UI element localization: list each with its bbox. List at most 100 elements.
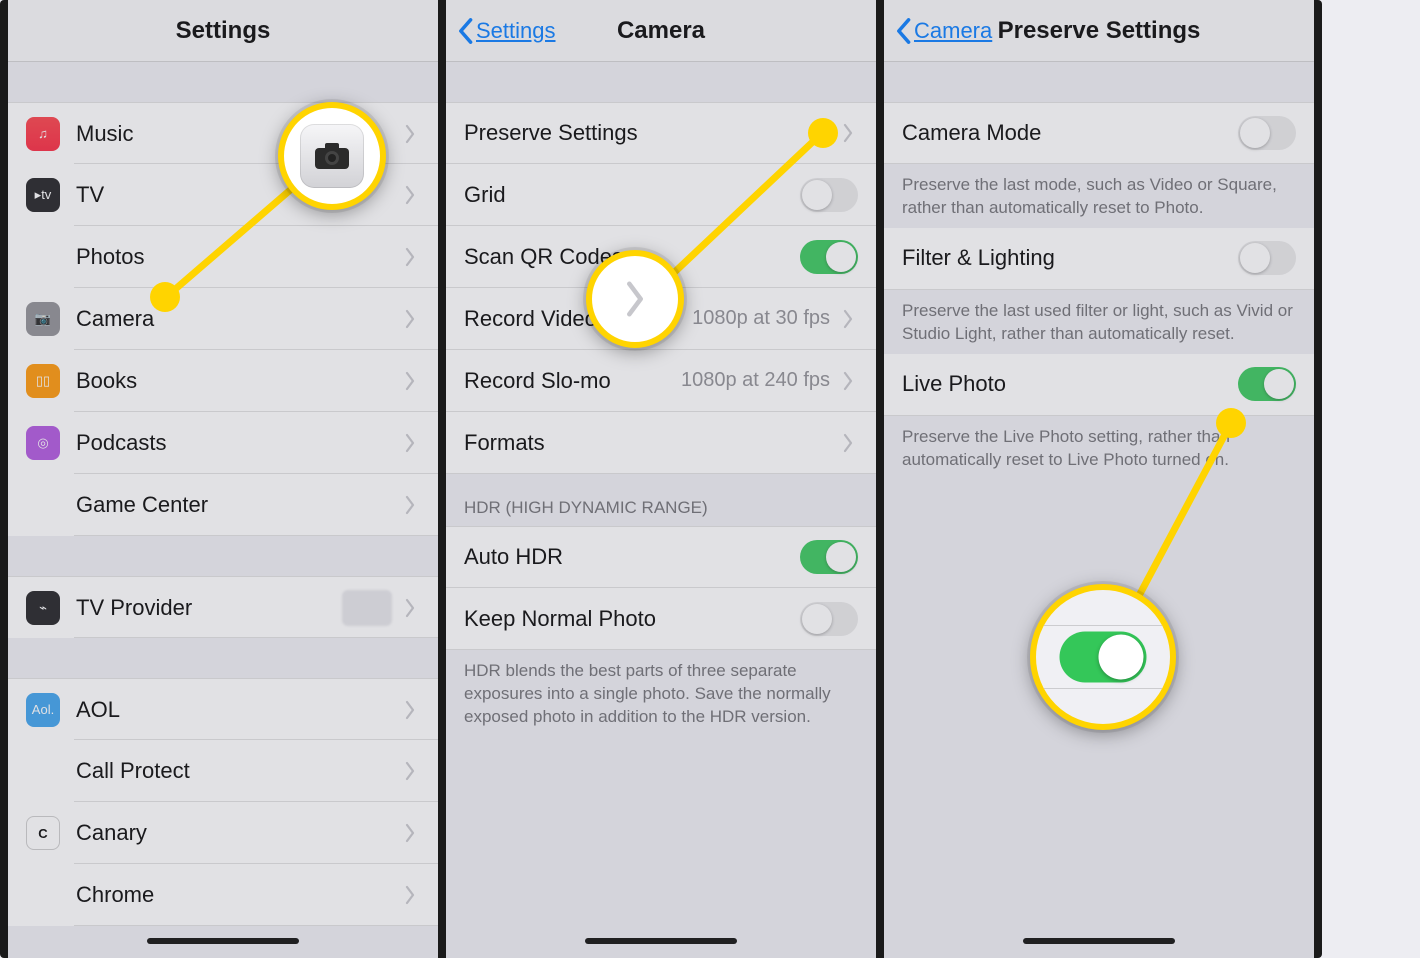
toggle[interactable] <box>800 540 858 574</box>
camera-row-recslomo[interactable]: Record Slo-mo1080p at 240 fps <box>446 350 876 412</box>
camera-row-grid[interactable]: Grid <box>446 164 876 226</box>
row-footer-filterlight: Preserve the last used filter or light, … <box>884 290 1314 354</box>
chevron-right-icon <box>400 185 420 205</box>
back-button[interactable]: Settings <box>456 0 556 61</box>
podcasts-icon: ◎ <box>26 426 60 460</box>
home-indicator[interactable] <box>585 938 737 944</box>
preserve-row-livephoto[interactable]: Live Photo <box>884 354 1314 416</box>
back-label: Camera <box>914 18 992 44</box>
nav-title: Preserve Settings <box>998 17 1201 45</box>
chevron-right-icon <box>400 371 420 391</box>
settings-row-gamecenter[interactable]: ●●Game Center <box>8 474 438 536</box>
back-label: Settings <box>476 18 556 44</box>
camera-icon <box>314 142 350 170</box>
row-label: Chrome <box>76 882 400 908</box>
camera-section-hdr: Auto HDR Keep Normal Photo <box>446 526 876 650</box>
row-label: Keep Normal Photo <box>464 606 800 632</box>
row-footer-livephoto: Preserve the Live Photo setting, rather … <box>884 416 1314 480</box>
row-label: Grid <box>464 182 800 208</box>
settings-row-podcasts[interactable]: ◎ Podcasts <box>8 412 438 474</box>
chevron-left-icon <box>894 17 912 45</box>
tvprovider-icon: ⌁ <box>26 591 60 625</box>
row-footer-cameramode: Preserve the last mode, such as Video or… <box>884 164 1314 228</box>
gamecenter-icon: ●● <box>26 488 60 522</box>
navbar: Settings Camera <box>446 0 876 62</box>
chrome-icon: ◐ <box>26 878 60 912</box>
camera-row-keepnormal[interactable]: Keep Normal Photo <box>446 588 876 650</box>
camera-icon: 📷 <box>26 302 60 336</box>
canary-icon: C <box>26 816 60 850</box>
navbar: Camera Preserve Settings <box>884 0 1314 62</box>
home-indicator[interactable] <box>147 938 299 944</box>
settings-row-photos[interactable]: ✿ Photos <box>8 226 438 288</box>
row-label: Formats <box>464 430 838 456</box>
row-label: Podcasts <box>76 430 400 456</box>
highlight-dot <box>1216 408 1246 438</box>
provider-logo <box>342 590 392 626</box>
zoom-callout-camera-icon <box>278 102 386 210</box>
row-label: Call Protect <box>76 758 400 784</box>
chevron-right-icon <box>838 371 858 391</box>
chevron-right-icon <box>400 124 420 144</box>
settings-row-canary[interactable]: C Canary <box>8 802 438 864</box>
row-detail: 1080p at 240 fps <box>681 369 830 392</box>
section-header-hdr: HDR (HIGH DYNAMIC RANGE) <box>446 474 876 526</box>
settings-row-chrome[interactable]: ◐ Chrome <box>8 864 438 926</box>
row-label: Camera <box>76 306 400 332</box>
settings-row-books[interactable]: ▯▯ Books <box>8 350 438 412</box>
chevron-right-icon <box>400 598 420 618</box>
chevron-right-icon <box>400 309 420 329</box>
toggle-on-icon <box>1060 632 1147 683</box>
toggle[interactable] <box>800 240 858 274</box>
chevron-right-icon <box>400 495 420 515</box>
chevron-right-icon <box>400 433 420 453</box>
callprotect-icon: 🛡 <box>26 754 60 788</box>
row-label: Canary <box>76 820 400 846</box>
row-label: Photos <box>76 244 400 270</box>
settings-row-camera[interactable]: 📷 Camera <box>8 288 438 350</box>
settings-row-callprotect[interactable]: 🛡 Call Protect <box>8 740 438 802</box>
aol-icon: Aol. <box>26 693 60 727</box>
chevron-left-icon <box>456 17 474 45</box>
zoom-callout-toggle <box>1030 584 1176 730</box>
chevron-right-icon <box>400 761 420 781</box>
camera-row-formats[interactable]: Formats <box>446 412 876 474</box>
preserve-row-filterlight[interactable]: Filter & Lighting <box>884 228 1314 290</box>
music-icon: ♫ <box>26 117 60 151</box>
back-button[interactable]: Camera <box>894 0 992 61</box>
chevron-right-icon <box>400 700 420 720</box>
navbar: Settings <box>8 0 438 62</box>
settings-row-aol[interactable]: Aol. AOL <box>8 678 438 740</box>
camera-row-autohdr[interactable]: Auto HDR <box>446 526 876 588</box>
row-label: Auto HDR <box>464 544 800 570</box>
toggle[interactable] <box>1238 116 1296 150</box>
settings-row-tvprovider[interactable]: ⌁ TV Provider <box>8 576 438 638</box>
toggle[interactable] <box>1238 367 1296 401</box>
chevron-right-icon <box>400 247 420 267</box>
section-footer-hdr: HDR blends the best parts of three separ… <box>446 650 876 737</box>
row-label: Filter & Lighting <box>902 245 1238 271</box>
preserve-settings-screen: Camera Preserve Settings Camera ModePres… <box>876 0 1322 958</box>
chevron-right-icon <box>838 433 858 453</box>
nav-title: Settings <box>176 17 271 45</box>
home-indicator[interactable] <box>1023 938 1175 944</box>
row-label: AOL <box>76 697 400 723</box>
settings-section-provider: ⌁ TV Provider <box>8 576 438 638</box>
row-label: TV Provider <box>76 595 342 621</box>
highlight-dot <box>150 282 180 312</box>
photos-icon: ✿ <box>26 240 60 274</box>
settings-section-apps: Aol. AOL 🛡 Call Protect C Canary ◐ Chrome <box>8 678 438 926</box>
chevron-right-icon <box>838 309 858 329</box>
preserve-row-cameramode[interactable]: Camera Mode <box>884 102 1314 164</box>
books-icon: ▯▯ <box>26 364 60 398</box>
row-label: Books <box>76 368 400 394</box>
toggle[interactable] <box>1238 241 1296 275</box>
row-label: Preserve Settings <box>464 120 838 146</box>
nav-title: Camera <box>617 17 705 45</box>
preserve-section: Camera ModePreserve the last mode, such … <box>884 102 1314 480</box>
chevron-right-icon <box>400 885 420 905</box>
toggle[interactable] <box>800 178 858 212</box>
chevron-right-icon <box>400 823 420 843</box>
toggle[interactable] <box>800 602 858 636</box>
row-label: Live Photo <box>902 371 1238 397</box>
